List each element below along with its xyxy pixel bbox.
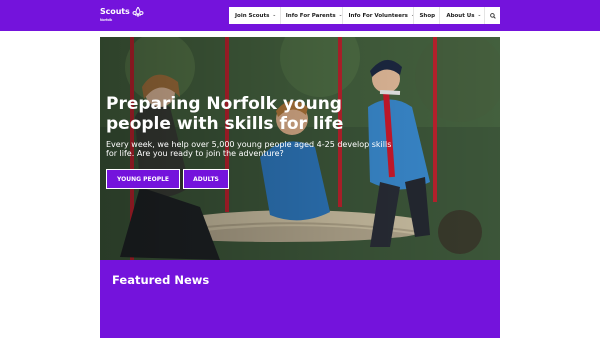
nav-item-about-us[interactable]: About Us ⌄ [440, 7, 484, 24]
young-people-button[interactable]: YOUNG PEOPLE [106, 169, 180, 189]
fleur-de-lis-icon [132, 7, 144, 17]
hero-subtitle: Every week, we help over 5,000 young peo… [106, 140, 392, 158]
nav-item-info-for-volunteers[interactable]: Info For Volunteers⌄ [343, 7, 414, 24]
main-navigation: Join Scouts ⌄ Info For Parents ⌄ Info For … [229, 7, 500, 24]
nav-item-label: Join Scouts [235, 12, 270, 19]
nav-item-label: About Us [446, 12, 475, 19]
adults-button[interactable]: ADULTS [183, 169, 229, 189]
nav-item-label: Info For Volunteers [348, 12, 408, 19]
nav-item-label: Shop [419, 12, 436, 19]
logo-wordmark: Scouts [100, 7, 130, 16]
nav-item-shop[interactable]: Shop [414, 7, 439, 24]
hero-banner: Preparing Norfolk young people with skil… [100, 37, 500, 260]
site-header: Scouts Norfolk Join Scouts ⌄ Info For Par… [0, 0, 600, 31]
featured-news-section: Featured News [100, 260, 500, 338]
nav-item-info-for-parents[interactable]: Info For Parents ⌄ [281, 7, 343, 24]
hero-title: Preparing Norfolk young people with skil… [106, 94, 344, 134]
search-button[interactable] [485, 7, 500, 24]
logo-region: Norfolk [100, 18, 113, 22]
featured-news-heading: Featured News [112, 273, 210, 287]
scouts-logo[interactable]: Scouts Norfolk [100, 7, 144, 22]
nav-item-label: Info For Parents [285, 12, 336, 19]
nav-item-join-scouts[interactable]: Join Scouts ⌄ [229, 7, 280, 24]
chevron-down-icon: ⌄ [272, 13, 277, 18]
chevron-down-icon: ⌄ [477, 13, 482, 18]
search-icon [489, 12, 496, 19]
